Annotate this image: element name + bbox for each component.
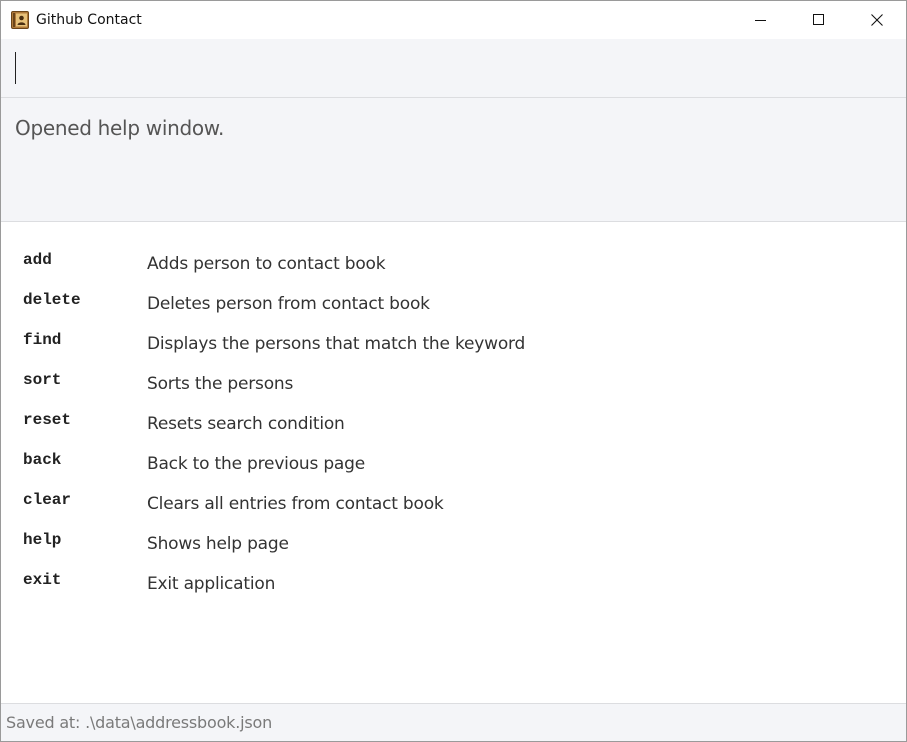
- help-command-description: Sorts the persons: [147, 374, 294, 394]
- minimize-button[interactable]: [732, 1, 790, 39]
- help-command-word: exit: [23, 571, 62, 589]
- help-row: exit Exit application: [23, 564, 906, 604]
- help-row: sort Sorts the persons: [23, 364, 906, 404]
- help-command-description: Exit application: [147, 574, 276, 594]
- result-message: Opened help window.: [15, 116, 225, 140]
- text-caret: [15, 52, 16, 84]
- help-command-word: sort: [23, 371, 62, 389]
- command-input[interactable]: [1, 39, 906, 97]
- maximize-icon: [813, 14, 824, 25]
- save-location-text: Saved at: .\data\addressbook.json: [6, 713, 273, 732]
- help-command-description: Shows help page: [147, 534, 289, 554]
- help-command-list: add Adds person to contact book delete D…: [1, 222, 906, 703]
- help-row: add Adds person to contact book: [23, 244, 906, 284]
- help-row: delete Deletes person from contact book: [23, 284, 906, 324]
- command-box[interactable]: [1, 39, 906, 98]
- help-command-word: clear: [23, 491, 72, 509]
- help-command-description: Back to the previous page: [147, 454, 365, 474]
- help-row: clear Clears all entries from contact bo…: [23, 484, 906, 524]
- window-title: Github Contact: [36, 12, 142, 28]
- window-controls: [732, 1, 906, 39]
- help-row: back Back to the previous page: [23, 444, 906, 484]
- help-command-description: Clears all entries from contact book: [147, 494, 444, 514]
- help-command-word: delete: [23, 291, 81, 309]
- help-command-word: help: [23, 531, 62, 549]
- help-command-word: add: [23, 251, 52, 269]
- help-command-word: find: [23, 331, 62, 349]
- help-command-description: Adds person to contact book: [147, 254, 386, 274]
- close-icon: [871, 14, 883, 26]
- help-row: help Shows help page: [23, 524, 906, 564]
- help-row: reset Resets search condition: [23, 404, 906, 444]
- contact-book-icon: [11, 11, 29, 29]
- help-command-description: Deletes person from contact book: [147, 294, 430, 314]
- close-button[interactable]: [848, 1, 906, 39]
- status-bar: Saved at: .\data\addressbook.json: [1, 703, 906, 741]
- help-row: find Displays the persons that match the…: [23, 324, 906, 364]
- help-command-description: Displays the persons that match the keyw…: [147, 334, 526, 354]
- maximize-button[interactable]: [790, 1, 848, 39]
- title-bar[interactable]: Github Contact: [1, 1, 906, 39]
- help-command-description: Resets search condition: [147, 414, 345, 434]
- result-display: Opened help window.: [1, 98, 906, 222]
- help-command-word: back: [23, 451, 62, 469]
- app-window: Github Contact Opened help window. add A…: [0, 0, 907, 742]
- help-command-word: reset: [23, 411, 72, 429]
- minimize-icon: [755, 20, 766, 21]
